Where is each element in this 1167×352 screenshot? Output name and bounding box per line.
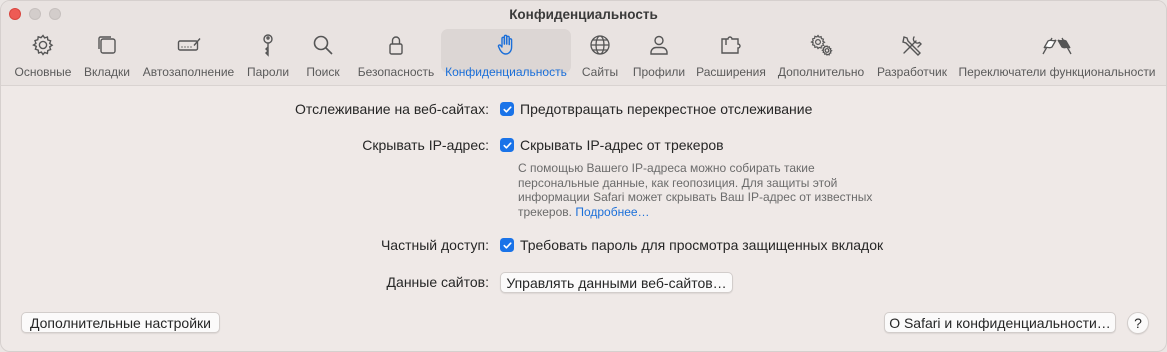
autofill-icon <box>176 32 202 63</box>
tab-search[interactable]: Поиск <box>301 29 345 79</box>
tab-feature-flags[interactable]: Переключатели функциональности <box>957 29 1157 79</box>
gears-icon <box>808 32 834 63</box>
gear-icon <box>30 32 56 63</box>
settings-window: Конфиденциальность Основные Вкладки Авто… <box>0 0 1167 352</box>
learn-more-link[interactable]: Подробнее… <box>575 205 649 219</box>
window-title: Конфиденциальность <box>509 7 658 22</box>
tabs-icon <box>94 32 120 63</box>
tab-label: Разработчик <box>877 65 947 79</box>
tab-label: Расширения <box>696 65 766 79</box>
tab-label: Вкладки <box>83 65 131 79</box>
hide-ip-checkbox[interactable] <box>500 138 514 152</box>
tracking-checkbox[interactable] <box>500 102 514 116</box>
title-bar: Конфиденциальность Основные Вкладки Авто… <box>1 1 1166 86</box>
tab-general[interactable]: Основные <box>13 29 73 79</box>
lock-icon <box>383 32 409 63</box>
checkmark-icon <box>502 241 512 249</box>
tab-label: Безопасность <box>357 65 435 79</box>
tab-developer[interactable]: Разработчик <box>873 29 951 79</box>
tab-label: Конфиденциальность <box>445 65 567 79</box>
hand-icon <box>493 32 519 63</box>
flags-icon <box>1040 32 1074 63</box>
puzzle-icon <box>718 32 744 63</box>
tab-advanced[interactable]: Дополнительно <box>775 29 867 79</box>
search-icon <box>310 32 336 63</box>
toolbar: Основные Вкладки Автозаполнение Пароли П… <box>1 27 1166 79</box>
tab-extensions[interactable]: Расширения <box>693 29 769 79</box>
key-icon <box>255 32 281 63</box>
private-access-checkbox-label[interactable]: Требовать пароль для просмотра защищенны… <box>520 237 883 253</box>
manage-website-data-button[interactable]: Управлять данными веб-сайтов… <box>500 272 733 293</box>
hide-ip-checkbox-label[interactable]: Скрывать IP-адрес от трекеров <box>520 137 724 153</box>
hide-ip-description: С помощью Вашего IP-адреса можно собират… <box>518 161 878 219</box>
tools-icon <box>899 32 925 63</box>
checkmark-icon <box>502 141 512 149</box>
about-safari-privacy-button[interactable]: О Safari и конфиденциальности… <box>884 312 1116 333</box>
tab-passwords[interactable]: Пароли <box>243 29 293 79</box>
tab-autofill[interactable]: Автозаполнение <box>141 29 236 79</box>
person-icon <box>646 32 672 63</box>
site-data-label: Данные сайтов: <box>386 274 489 290</box>
globe-icon <box>587 32 613 63</box>
private-access-label: Частный доступ: <box>380 237 489 253</box>
tracking-checkbox-label[interactable]: Предотвращать перекрестное отслеживание <box>520 101 812 117</box>
tab-label: Сайты <box>581 65 619 79</box>
tab-label: Основные <box>14 65 72 79</box>
private-access-checkbox[interactable] <box>500 238 514 252</box>
tab-label: Дополнительно <box>777 65 865 79</box>
tab-tabs[interactable]: Вкладки <box>79 29 135 79</box>
tab-label: Автозаполнение <box>142 65 235 79</box>
tracking-label: Отслеживание на веб-сайтах: <box>295 101 489 117</box>
checkmark-icon <box>502 105 512 113</box>
hide-ip-label: Скрывать IP-адрес: <box>362 137 489 153</box>
tab-label: Переключатели функциональности <box>958 65 1156 79</box>
tab-websites[interactable]: Сайты <box>579 29 621 79</box>
privacy-pane: Отслеживание на веб-сайтах: Предотвращат… <box>1 86 1166 351</box>
tab-label: Пароли <box>246 65 290 79</box>
tab-privacy[interactable]: Конфиденциальность <box>441 29 571 79</box>
tab-security[interactable]: Безопасность <box>355 29 437 79</box>
tab-label: Профили <box>632 65 686 79</box>
advanced-settings-button[interactable]: Дополнительные настройки <box>21 312 220 333</box>
help-button[interactable]: ? <box>1127 312 1149 334</box>
hide-ip-description-text: С помощью Вашего IP-адреса можно собират… <box>518 161 873 219</box>
tab-profiles[interactable]: Профили <box>631 29 687 79</box>
tab-label: Поиск <box>306 65 340 79</box>
